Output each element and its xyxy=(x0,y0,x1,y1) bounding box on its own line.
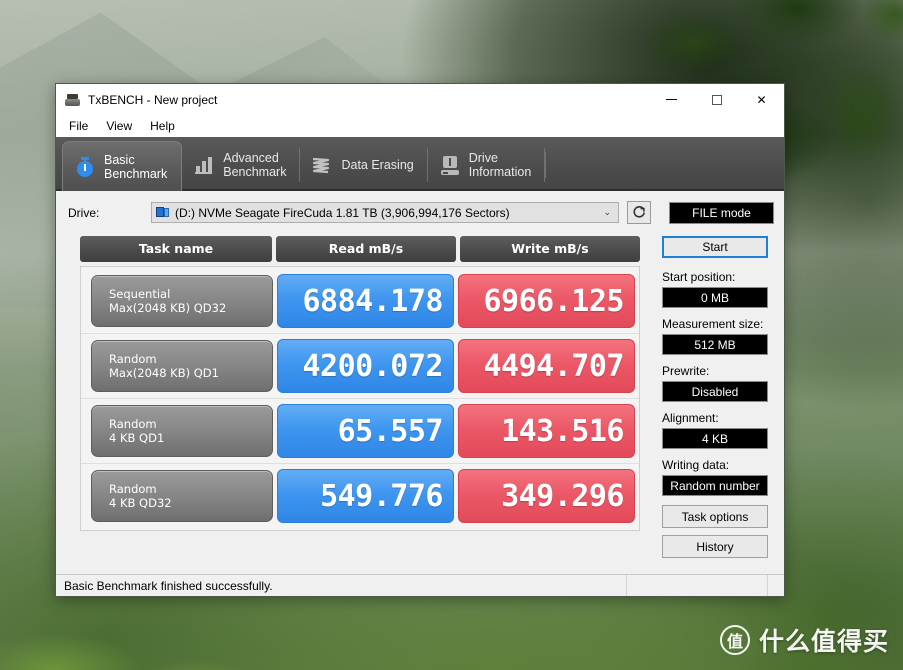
task-name-line2: Max(2048 KB) QD1 xyxy=(109,366,219,380)
tab-data-erasing-label: Data Erasing xyxy=(341,158,414,172)
prewrite-label: Prewrite: xyxy=(662,364,710,378)
task-options-button[interactable]: Task options xyxy=(662,505,768,528)
drive-selector-row: Drive: (D:) NVMe Seagate FireCuda 1.81 T… xyxy=(56,191,784,224)
menu-item-file[interactable]: File xyxy=(60,117,97,135)
side-panel: Start Start position: 0 MB Measurement s… xyxy=(662,236,774,558)
tab-advanced-benchmark-label: Advanced Benchmark xyxy=(223,151,287,179)
table-row: Random 4 KB QD32 549.776 349.296 xyxy=(81,464,639,528)
writing-data-label: Writing data: xyxy=(662,458,730,472)
drive-icon xyxy=(156,206,170,219)
task-name-line1: Sequential xyxy=(109,287,171,301)
app-body: Drive: (D:) NVMe Seagate FireCuda 1.81 T… xyxy=(56,191,784,596)
close-icon: ✕ xyxy=(756,92,767,107)
results-body: Sequential Max(2048 KB) QD32 6884.178 69… xyxy=(80,266,640,531)
task-button-random-4kb-qd1[interactable]: Random 4 KB QD1 xyxy=(91,405,273,457)
table-row: Random Max(2048 KB) QD1 4200.072 4494.70… xyxy=(81,334,639,399)
drive-label: Drive: xyxy=(68,205,100,220)
task-name-line2: 4 KB QD32 xyxy=(109,496,172,510)
start-position-value[interactable]: 0 MB xyxy=(662,287,768,308)
txbench-window: TxBENCH - New project ✕ File View Help B… xyxy=(55,83,785,597)
task-name-line1: Random xyxy=(109,482,157,496)
task-name-line2: 4 KB QD1 xyxy=(109,431,165,445)
history-button[interactable]: History xyxy=(662,535,768,558)
task-button-random-max-qd1[interactable]: Random Max(2048 KB) QD1 xyxy=(91,340,273,392)
results-table: Task name Read mB/s Write mB/s Sequentia… xyxy=(80,236,640,558)
drive-select[interactable]: (D:) NVMe Seagate FireCuda 1.81 TB (3,90… xyxy=(151,202,619,223)
writing-data-value[interactable]: Random number xyxy=(662,475,768,496)
table-row: Random 4 KB QD1 65.557 143.516 xyxy=(81,399,639,464)
task-button-sequential-qd32[interactable]: Sequential Max(2048 KB) QD32 xyxy=(91,275,273,327)
status-divider xyxy=(626,575,627,596)
maximize-button[interactable] xyxy=(694,84,739,115)
tab-basic-benchmark-label: Basic Benchmark xyxy=(104,152,168,181)
alignment-label: Alignment: xyxy=(662,411,719,425)
status-message: Basic Benchmark finished successfully. xyxy=(64,578,273,593)
prewrite-value[interactable]: Disabled xyxy=(662,381,768,402)
menu-item-help[interactable]: Help xyxy=(141,117,184,135)
main-area: Task name Read mB/s Write mB/s Sequentia… xyxy=(56,224,784,558)
drive-info-icon xyxy=(439,153,461,177)
chevron-down-icon: ⌄ xyxy=(603,207,611,218)
alignment-value[interactable]: 4 KB xyxy=(662,428,768,449)
table-row: Sequential Max(2048 KB) QD32 6884.178 69… xyxy=(81,269,639,334)
task-button-random-4kb-qd32[interactable]: Random 4 KB QD32 xyxy=(91,470,273,522)
tab-drive-information[interactable]: Drive Information xyxy=(428,141,546,189)
drive-select-value: (D:) NVMe Seagate FireCuda 1.81 TB (3,90… xyxy=(175,205,510,220)
write-value: 6966.125 xyxy=(458,274,635,328)
task-name-line1: Random xyxy=(109,352,157,366)
measurement-size-label: Measurement size: xyxy=(662,317,764,331)
tab-basic-benchmark[interactable]: Basic Benchmark xyxy=(62,141,183,191)
read-value: 6884.178 xyxy=(277,274,454,328)
minimize-button[interactable] xyxy=(649,84,694,115)
tab-data-erasing[interactable]: Data Erasing xyxy=(300,141,428,189)
window-controls: ✕ xyxy=(649,84,784,115)
menu-item-view[interactable]: View xyxy=(97,117,141,135)
stopwatch-icon xyxy=(74,155,96,179)
tab-strip: Basic Benchmark Advanced Benchmark Data … xyxy=(56,137,784,191)
write-value: 143.516 xyxy=(458,404,635,458)
start-position-label: Start position: xyxy=(662,270,736,284)
write-value: 349.296 xyxy=(458,469,635,523)
tab-drive-information-label: Drive Information xyxy=(468,151,532,179)
window-title: TxBENCH - New project xyxy=(88,92,218,107)
file-mode-button[interactable]: FILE mode xyxy=(669,201,774,224)
menu-bar: File View Help xyxy=(56,115,784,137)
measurement-size-value[interactable]: 512 MB xyxy=(662,334,768,355)
read-value: 549.776 xyxy=(277,469,454,523)
shredder-icon xyxy=(311,153,333,177)
tab-strip-end-divider xyxy=(545,152,547,178)
maximize-icon xyxy=(711,94,722,105)
task-name-line2: Max(2048 KB) QD32 xyxy=(109,301,227,315)
minimize-icon xyxy=(666,99,677,100)
write-value: 4494.707 xyxy=(458,339,635,393)
app-drive-icon xyxy=(65,92,81,108)
bar-chart-icon xyxy=(193,153,215,177)
status-divider xyxy=(767,575,768,596)
close-button[interactable]: ✕ xyxy=(739,84,784,115)
title-bar: TxBENCH - New project ✕ xyxy=(56,84,784,115)
task-name-line1: Random xyxy=(109,417,157,431)
refresh-icon xyxy=(632,205,647,220)
status-bar: Basic Benchmark finished successfully. xyxy=(56,574,784,596)
column-header-task-name: Task name xyxy=(80,236,272,262)
column-header-read: Read mB/s xyxy=(276,236,456,262)
column-header-write: Write mB/s xyxy=(460,236,640,262)
read-value: 4200.072 xyxy=(277,339,454,393)
read-value: 65.557 xyxy=(277,404,454,458)
start-button[interactable]: Start xyxy=(662,236,768,258)
refresh-drives-button[interactable] xyxy=(627,201,651,224)
results-header-row: Task name Read mB/s Write mB/s xyxy=(80,236,640,262)
tab-advanced-benchmark[interactable]: Advanced Benchmark xyxy=(182,141,301,189)
